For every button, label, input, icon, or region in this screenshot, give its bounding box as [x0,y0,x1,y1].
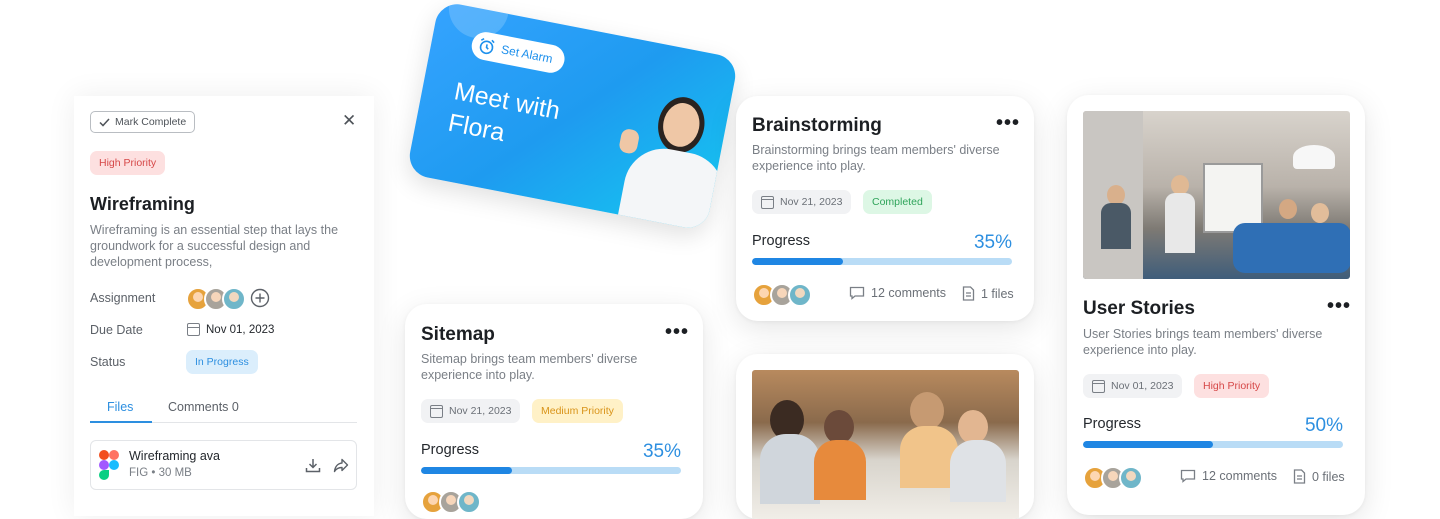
person-photo [599,82,739,232]
tab-files[interactable]: Files [107,400,133,414]
add-assignee-icon[interactable] [250,288,270,308]
priority-badge: High Priority [90,151,166,175]
progress-label: Progress [752,233,811,249]
progress-bar [1083,441,1343,448]
brainstorming-card[interactable]: Brainstorming ••• Brainstorming brings t… [736,96,1034,321]
calendar-icon [430,404,443,418]
team-photo-card[interactable] [736,354,1034,519]
card-title: Sitemap [421,324,495,345]
files-count[interactable]: 0 files [1293,469,1345,484]
due-date-value[interactable]: Nov 01, 2023 [187,323,274,336]
comment-icon [849,286,865,300]
task-description: Wireframing is an essential step that la… [90,223,339,269]
set-alarm-label: Set Alarm [500,42,554,67]
date-chip: Nov 01, 2023 [1083,374,1183,398]
card-title: User Stories [1083,298,1195,319]
active-tab-indicator [90,421,152,423]
more-options-icon[interactable]: ••• [665,322,689,342]
avatar [457,490,481,514]
progress-bar [752,258,1012,265]
progress-fill [421,467,512,474]
file-icon [1293,469,1306,484]
card-description: Sitemap brings team members' diverse exp… [421,352,638,382]
comments-text: 12 comments [1202,469,1278,483]
files-count[interactable]: 1 files [962,286,1014,301]
file-item[interactable]: Wireframing ava FIG • 30 MB [90,440,357,490]
file-meta: FIG • 30 MB [129,467,192,479]
task-title: Wireframing [90,194,195,214]
date-chip: Nov 21, 2023 [421,399,521,423]
task-detail-panel: Mark Complete ✕ High Priority Wireframin… [74,96,374,516]
close-icon[interactable]: ✕ [342,112,356,129]
card-description: Brainstorming brings team members' diver… [752,143,1000,173]
progress-percent: 50% [1304,415,1343,436]
status-badge: Completed [863,190,932,214]
calendar-icon [1092,379,1105,393]
progress-label: Progress [1083,416,1142,432]
progress-label: Progress [421,442,480,458]
comments-count[interactable]: 12 comments [849,286,946,300]
comments-text: 12 comments [871,286,947,300]
status-badge[interactable]: In Progress [186,350,258,374]
due-date-label: Due Date [90,323,143,337]
file-icon [962,286,975,301]
avatar [788,283,812,307]
check-icon [99,117,110,127]
progress-percent: 35% [642,441,681,462]
card-title: Brainstorming [752,115,882,136]
status-label: Status [90,355,126,369]
files-text: 0 files [1312,469,1345,484]
assignment-label: Assignment [90,291,156,305]
meeting-reminder-card[interactable]: Set Alarm Meet with Flora [406,0,739,232]
avatar [222,287,246,311]
calendar-icon [761,195,774,209]
avatar [1119,466,1143,490]
assignee-avatars[interactable] [752,283,812,307]
date-text: Nov 21, 2023 [780,196,843,208]
progress-bar [421,467,681,474]
team-meeting-photo [752,370,1019,519]
date-chip: Nov 21, 2023 [752,190,852,214]
progress-fill [1083,441,1213,448]
set-alarm-button[interactable]: Set Alarm [469,29,567,76]
user-stories-card[interactable]: User Stories ••• User Stories brings tea… [1067,95,1365,515]
meeting-title: Meet with Flora [445,75,562,158]
file-name: Wireframing ava [129,449,220,463]
assignee-avatars[interactable] [421,490,481,514]
figma-icon [99,450,119,480]
office-team-photo [1083,111,1350,279]
card-description: User Stories brings team members' divers… [1083,327,1323,357]
assignee-avatars[interactable] [186,287,246,311]
sitemap-card[interactable]: Sitemap ••• Sitemap brings team members'… [405,304,703,519]
progress-fill [752,258,843,265]
mark-complete-button[interactable]: Mark Complete [90,111,196,133]
priority-badge: High Priority [1194,374,1270,398]
more-options-icon[interactable]: ••• [996,113,1020,133]
date-text: Nov 21, 2023 [449,405,512,417]
files-text: 1 files [981,286,1014,301]
alarm-icon [479,38,495,55]
comments-count[interactable]: 12 comments [1180,469,1277,483]
comment-icon [1180,469,1196,483]
mark-complete-label: Mark Complete [115,116,187,128]
calendar-icon [187,323,200,336]
due-date-text: Nov 01, 2023 [206,323,275,336]
share-icon[interactable] [333,458,349,473]
priority-badge: Medium Priority [532,399,623,423]
date-text: Nov 01, 2023 [1111,380,1174,392]
tab-comments[interactable]: Comments 0 [168,400,239,414]
download-icon[interactable] [305,458,321,473]
progress-percent: 35% [973,232,1012,253]
assignee-avatars[interactable] [1083,466,1143,490]
more-options-icon[interactable]: ••• [1327,296,1351,316]
